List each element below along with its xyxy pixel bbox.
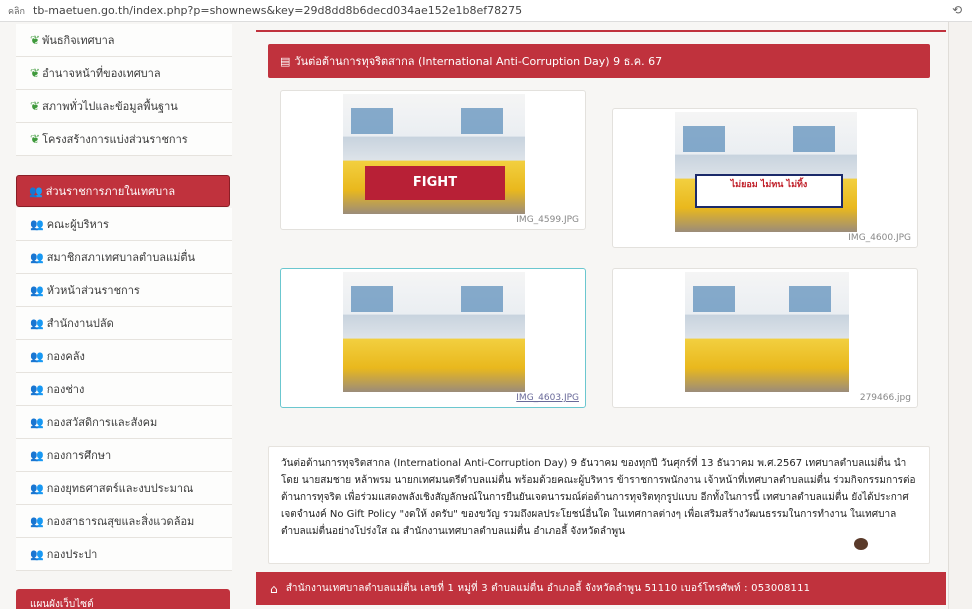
photo-caption[interactable]: IMG_4599.JPG [516, 215, 579, 225]
photo-card[interactable]: IMG_4603.JPG [280, 268, 586, 408]
sidebar-item-welfare[interactable]: 👥 กองสวัสดิการและสังคม [16, 406, 232, 439]
leaf-icon: ❦ [30, 132, 41, 146]
ink-spot [854, 538, 868, 550]
sidebar-item-education[interactable]: 👥 กองการศึกษา [16, 439, 232, 472]
news-title: วันต่อต้านการทุจริตสากล (International A… [294, 55, 663, 68]
sidebar-sitemap-label: แผนผังเว็บไซต์ [30, 599, 94, 609]
people-icon: 👥 [30, 250, 44, 264]
photo-image[interactable]: FIGHT [343, 94, 525, 214]
sidebar-item-mission[interactable]: ❦ พันธกิจเทศบาล [16, 24, 232, 57]
scroll-edge [948, 22, 972, 609]
photo-card[interactable]: 279466.jpg [612, 268, 918, 408]
people-icon: 👥 [30, 448, 44, 462]
window-shape [351, 286, 393, 312]
sidebar-item-label: กองคลัง [46, 350, 85, 363]
photo-image[interactable] [685, 272, 849, 392]
sidebar-section-title: ส่วนราชการภายในเทศบาล [45, 185, 176, 198]
people-icon: 👥 [30, 514, 44, 528]
sidebar-item-waterworks[interactable]: 👥 กองประปา [16, 538, 232, 571]
sidebar-item-label: คณะผู้บริหาร [46, 218, 109, 231]
photo-caption[interactable]: 279466.jpg [860, 393, 911, 403]
news-body: วันต่อต้านการทุจริตสากล (International A… [268, 446, 930, 564]
sidebar: ❦ พันธกิจเทศบาล ❦ อำนาจหน้าที่ของเทศบาล … [16, 22, 232, 609]
window-shape [461, 108, 503, 134]
sidebar-item-finance[interactable]: 👥 กองคลัง [16, 340, 232, 373]
sidebar-item-public-health[interactable]: 👥 กองสาธารณสุขและสิ่งแวดล้อม [16, 505, 232, 538]
people-icon: 👥 [30, 547, 44, 561]
sidebar-item-clerk-office[interactable]: 👥 สำนักงานปลัด [16, 307, 232, 340]
leaf-icon: ❦ [30, 66, 41, 80]
photo-image[interactable] [343, 272, 525, 392]
window-shape [683, 126, 725, 152]
news-title-bar: ▤ วันต่อต้านการทุจริตสากล (International… [268, 44, 930, 78]
photo-banner: FIGHT [365, 166, 505, 200]
sidebar-section-header[interactable]: 👥 ส่วนราชการภายในเทศบาล [16, 175, 230, 207]
sidebar-item-label: โครงสร้างการแบ่งส่วนราชการ [42, 133, 188, 146]
sidebar-item-label: กองช่าง [46, 383, 85, 396]
sidebar-item-executives[interactable]: 👥 คณะผู้บริหาร [16, 208, 232, 241]
sidebar-item-engineering[interactable]: 👥 กองช่าง [16, 373, 232, 406]
sidebar-item-department-heads[interactable]: 👥 หัวหน้าส่วนราชการ [16, 274, 232, 307]
leaf-icon: ❦ [30, 33, 41, 47]
photo-caption[interactable]: IMG_4603.JPG [516, 393, 579, 403]
sidebar-item-council[interactable]: 👥 สมาชิกสภาเทศบาลตำบลแม่ตื่น [16, 241, 232, 274]
sidebar-item-label: กองประปา [46, 548, 98, 561]
sidebar-item-label: หัวหน้าส่วนราชการ [46, 284, 140, 297]
photo-caption[interactable]: IMG_4600.JPG [848, 233, 911, 243]
window-shape [789, 286, 831, 312]
sidebar-item-label: สภาพทั่วไปและข้อมูลพื้นฐาน [42, 100, 178, 113]
sidebar-item-label: อำนาจหน้าที่ของเทศบาล [42, 67, 161, 80]
people-icon: 👥 [30, 217, 44, 231]
footer-address: สำนักงานเทศบาลตำบลแม่ตื่น เลขที่ 1 หมู่ท… [285, 583, 811, 594]
sidebar-item-label: สำนักงานปลัด [46, 317, 114, 330]
footer-bar: ⌂ สำนักงานเทศบาลตำบลแม่ตื่น เลขที่ 1 หมู… [256, 572, 946, 605]
sidebar-item-authority[interactable]: ❦ อำนาจหน้าที่ของเทศบาล [16, 57, 232, 90]
extension-icon[interactable]: ⟲ [952, 3, 962, 17]
people-icon: 👥 [30, 316, 44, 330]
divider [256, 30, 946, 32]
main-content: ▤ วันต่อต้านการทุจริตสากล (International… [256, 22, 946, 609]
window-shape [793, 126, 835, 152]
people-icon: 👥 [30, 349, 44, 363]
photo-card[interactable]: FIGHT IMG_4599.JPG [280, 90, 586, 230]
sidebar-sitemap-header[interactable]: แผนผังเว็บไซต์ [16, 589, 230, 609]
photo-card[interactable]: ไม่ยอม ไม่ทน ไม่ทิ้ง IMG_4600.JPG [612, 108, 918, 248]
photo-banner: ไม่ยอม ไม่ทน ไม่ทิ้ง [695, 174, 843, 208]
address-bar-label: คลิก [8, 6, 25, 17]
sidebar-item-label: กองสาธารณสุขและสิ่งแวดล้อม [46, 515, 195, 528]
sidebar-item-label: กองยุทธศาสตร์และงบประมาณ [46, 482, 194, 495]
people-icon: 👥 [30, 382, 44, 396]
address-bar[interactable]: คลิก tb-maetuen.go.th/index.php?p=showne… [0, 0, 972, 22]
people-icon: 👥 [30, 481, 44, 495]
window-shape [351, 108, 393, 134]
window-shape [693, 286, 735, 312]
photo-image[interactable]: ไม่ยอม ไม่ทน ไม่ทิ้ง [675, 112, 857, 232]
home-icon[interactable]: ⌂ [270, 582, 278, 596]
sidebar-item-general-info[interactable]: ❦ สภาพทั่วไปและข้อมูลพื้นฐาน [16, 90, 232, 123]
leaf-icon: ❦ [30, 99, 41, 113]
sidebar-item-label: พันธกิจเทศบาล [42, 34, 115, 47]
window-shape [461, 286, 503, 312]
people-icon: 👥 [29, 184, 43, 198]
address-url[interactable]: tb-maetuen.go.th/index.php?p=shownews&ke… [33, 4, 522, 17]
sidebar-item-label: สมาชิกสภาเทศบาลตำบลแม่ตื่น [46, 251, 196, 264]
sidebar-item-strategy-budget[interactable]: 👥 กองยุทธศาสตร์และงบประมาณ [16, 472, 232, 505]
sidebar-item-label: กองการศึกษา [46, 449, 112, 462]
people-icon: 👥 [30, 415, 44, 429]
newspaper-icon: ▤ [280, 54, 291, 68]
sidebar-item-label: กองสวัสดิการและสังคม [46, 416, 158, 429]
sidebar-item-structure[interactable]: ❦ โครงสร้างการแบ่งส่วนราชการ [16, 123, 232, 156]
people-icon: 👥 [30, 283, 44, 297]
